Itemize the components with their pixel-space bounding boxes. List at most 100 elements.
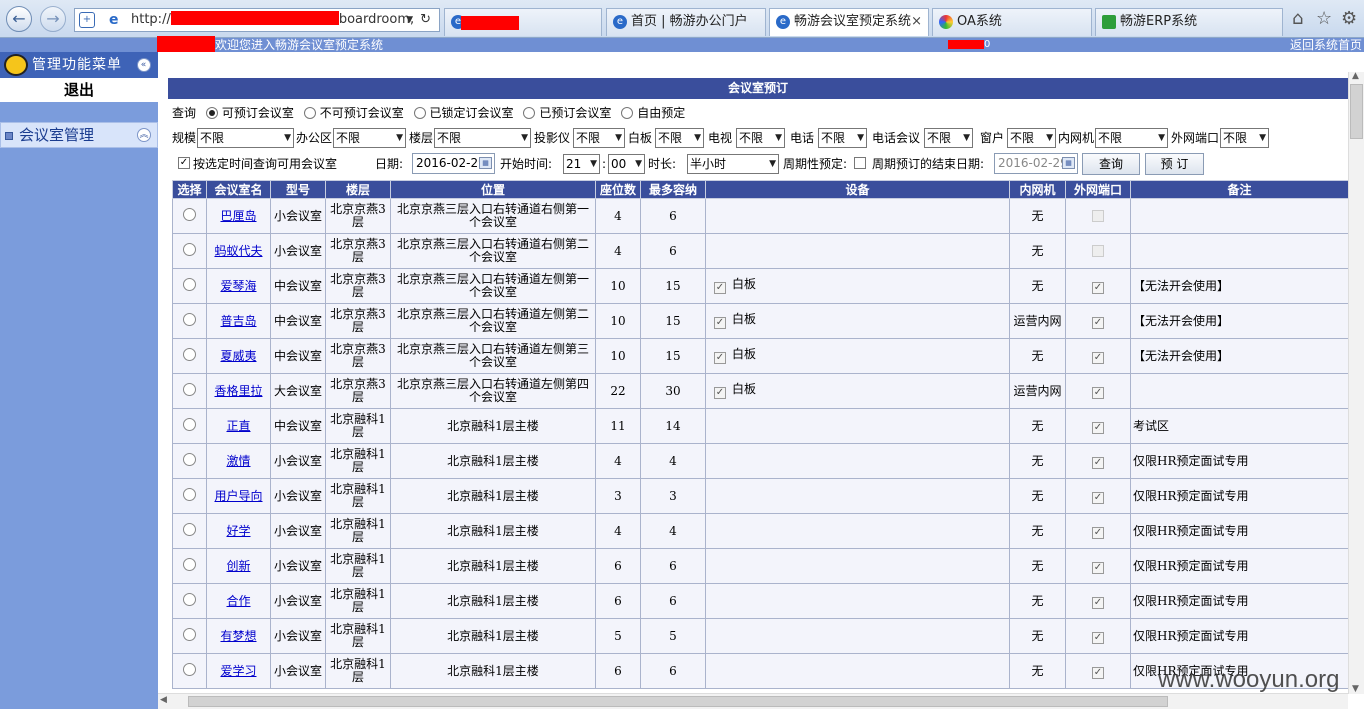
row-select-radio[interactable] [183, 558, 196, 571]
scroll-thumb[interactable] [1350, 84, 1363, 139]
scroll-left-icon[interactable]: ◀ [160, 695, 167, 705]
room-name-link[interactable]: 普吉岛 [220, 314, 256, 328]
tab-oa[interactable]: OA系统 [932, 8, 1092, 36]
room-name-link[interactable]: 夏威夷 [220, 349, 256, 363]
phone-select[interactable]: 不限 [818, 128, 867, 148]
room-name-link[interactable]: 合作 [226, 594, 250, 608]
duration-label: 时长: [648, 157, 677, 171]
row-select-radio[interactable] [183, 593, 196, 606]
room-name-link[interactable]: 用户导向 [214, 489, 262, 503]
max-capacity-cell: 4 [640, 513, 706, 549]
radio-label: 已预订会议室 [539, 106, 612, 120]
row-select-radio[interactable] [183, 663, 196, 676]
tab-portal[interactable]: e 首页 | 畅游办公门户 [606, 8, 766, 36]
book-button[interactable]: 预 订 [1145, 153, 1204, 175]
return-home-link[interactable]: 返回系统首页 [1290, 38, 1362, 52]
room-name-link[interactable]: 爱琴海 [220, 279, 256, 293]
row-select-radio[interactable] [183, 208, 196, 221]
sidebar-item-room-management[interactable]: 会议室管理 ︽ [0, 122, 158, 148]
note-cell: 【无法开会使用】 [1130, 268, 1349, 304]
close-icon[interactable]: × [911, 9, 922, 35]
calendar-icon[interactable]: ▦ [1062, 157, 1075, 169]
room-name-link[interactable]: 创新 [226, 559, 250, 573]
tab-label: 畅游会议室预定系统 [794, 14, 912, 29]
vertical-scrollbar[interactable]: ▲ ▼ [1348, 71, 1364, 694]
room-name-link[interactable]: 好学 [226, 524, 250, 538]
logout-button[interactable]: 退出 [0, 78, 158, 102]
equipment-cell: ✓ 白板 [705, 338, 1010, 374]
scale-select[interactable]: 不限 [197, 128, 294, 148]
radio-unbookable[interactable] [303, 107, 316, 119]
tab-redacted[interactable]: e [444, 8, 602, 36]
row-select-radio[interactable] [183, 523, 196, 536]
radio-booked[interactable] [523, 107, 536, 119]
external-port-select[interactable]: 不限 [1220, 128, 1269, 148]
column-header: 型号 [270, 180, 326, 199]
row-select-radio[interactable] [183, 313, 196, 326]
office-area-select[interactable]: 不限 [333, 128, 406, 148]
chevron-up-icon[interactable]: ︽ [137, 128, 151, 142]
calendar-icon[interactable]: ▦ [479, 157, 492, 169]
radio-locked[interactable] [413, 107, 426, 119]
collapse-icon[interactable]: « [137, 58, 151, 72]
room-name-link[interactable]: 激情 [226, 454, 250, 468]
back-icon[interactable]: ← [6, 6, 32, 32]
intranet-select[interactable]: 不限 [1095, 128, 1168, 148]
window-select[interactable]: 不限 [1007, 128, 1056, 148]
scroll-up-icon[interactable]: ▲ [1352, 71, 1359, 81]
column-header: 座位数 [595, 180, 641, 199]
hour-select[interactable]: 21 [563, 154, 600, 174]
room-name-link[interactable]: 巴厘岛 [220, 209, 256, 223]
external-port-checkbox: ✓ [1092, 597, 1104, 609]
select-cell [172, 443, 207, 479]
duration-select[interactable]: 半小时 [687, 154, 779, 174]
row-select-radio[interactable] [183, 488, 196, 501]
scroll-down-icon[interactable]: ▼ [1352, 684, 1359, 694]
room-name-link[interactable]: 爱学习 [220, 664, 256, 678]
row-select-radio[interactable] [183, 348, 196, 361]
room-name-link[interactable]: 有梦想 [220, 629, 256, 643]
row-select-radio[interactable] [183, 628, 196, 641]
row-select-radio[interactable] [183, 383, 196, 396]
whiteboard-select[interactable]: 不限 [655, 128, 704, 148]
max-capacity-cell: 15 [640, 338, 706, 374]
room-name-link[interactable]: 香格里拉 [214, 384, 262, 398]
row-select-radio[interactable] [183, 453, 196, 466]
row-select-radio[interactable] [183, 243, 196, 256]
forward-icon[interactable]: → [40, 6, 66, 32]
external-port-cell: ✓ [1065, 303, 1131, 339]
star-icon[interactable]: ☆ [1316, 10, 1332, 28]
radio-free[interactable] [621, 107, 634, 119]
external-port-cell [1065, 198, 1131, 234]
conference-call-select[interactable]: 不限 [924, 128, 973, 148]
menu-header: 管理功能菜单 « [0, 52, 158, 78]
max-capacity-cell: 4 [640, 443, 706, 479]
room-name-link[interactable]: 蚂蚁代夫 [214, 244, 262, 258]
row-select-radio[interactable] [183, 418, 196, 431]
home-icon[interactable]: ⌂ [1292, 10, 1303, 28]
logo-icon [4, 54, 28, 76]
floor-select[interactable]: 不限 [434, 128, 531, 148]
tab-erp[interactable]: 畅游ERP系统 [1095, 8, 1283, 36]
note-cell [1130, 233, 1349, 269]
time-query-checkbox[interactable]: ✓ [178, 157, 190, 169]
periodic-end-input[interactable]: 2016-02-29 ▦ [994, 153, 1078, 174]
date-input[interactable]: 2016-02-29 ▦ [412, 153, 495, 174]
projector-select[interactable]: 不限 [573, 128, 625, 148]
redaction [461, 16, 519, 30]
room-name-link[interactable]: 正直 [226, 419, 250, 433]
gear-icon[interactable]: ⚙ [1341, 10, 1357, 28]
select-cell [172, 408, 207, 444]
refresh-icon[interactable]: ↻ [420, 9, 431, 31]
query-button[interactable]: 查询 [1082, 153, 1140, 175]
tab-boardroom[interactable]: e 畅游会议室预定系统 × [769, 8, 929, 36]
horizontal-scrollbar[interactable]: ◀ [158, 693, 1348, 709]
address-bar[interactable]: + e http:// boardroom, ▼ ↻ [74, 8, 440, 32]
minute-select[interactable]: 00 [608, 154, 645, 174]
dropdown-arrow-icon[interactable]: ▼ [406, 9, 413, 31]
radio-bookable[interactable] [205, 107, 218, 119]
tv-select[interactable]: 不限 [736, 128, 785, 148]
scroll-thumb[interactable] [188, 696, 1168, 707]
row-select-radio[interactable] [183, 278, 196, 291]
periodic-checkbox[interactable] [854, 157, 866, 169]
